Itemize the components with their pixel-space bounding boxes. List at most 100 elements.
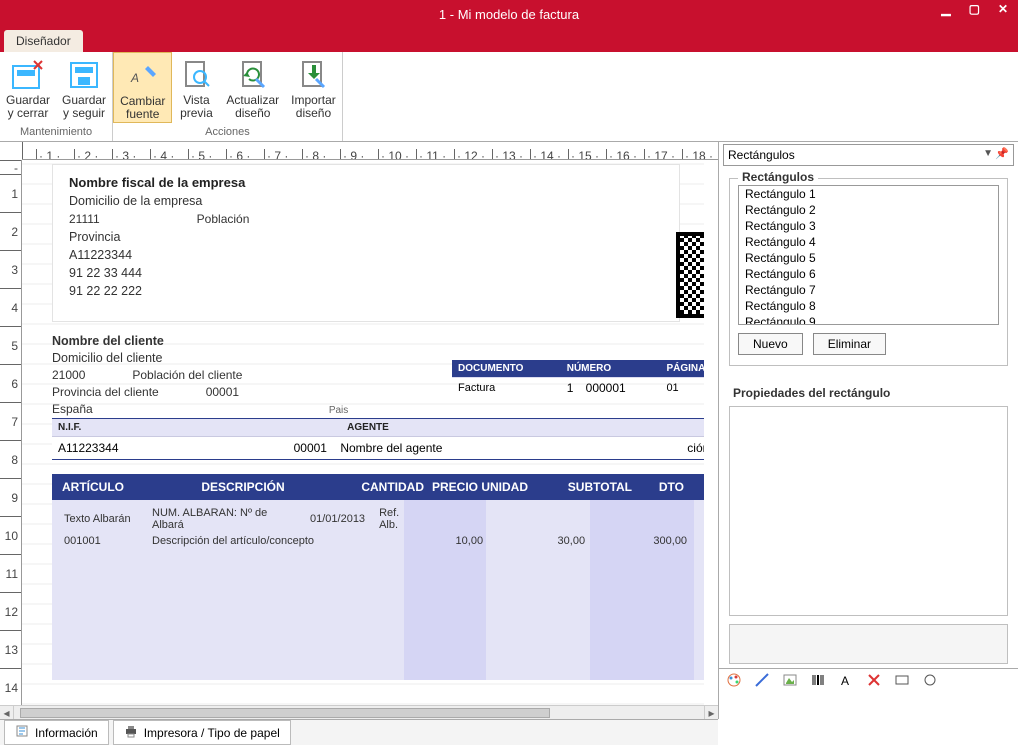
- company-phone1[interactable]: 91 22 33 444: [69, 266, 663, 280]
- canvas-scroll[interactable]: Régimen especial del criterio de caja No…: [22, 160, 704, 705]
- properties-section: Propiedades del rectángulo: [729, 386, 1008, 400]
- preview-button[interactable]: Vista previa: [172, 52, 220, 123]
- item-price[interactable]: 30,00: [491, 534, 591, 548]
- close-button[interactable]: ✕: [998, 2, 1008, 16]
- save-continue-button[interactable]: Guardar y seguir: [56, 52, 112, 123]
- agent-value[interactable]: 00001 Nombre del agente: [218, 441, 518, 455]
- company-nif[interactable]: A11223344: [69, 248, 663, 262]
- import-label: Importar diseño: [291, 94, 336, 120]
- import-icon: [295, 56, 331, 92]
- tab-information[interactable]: Información: [4, 720, 109, 745]
- change-font-button[interactable]: A Cambiar fuente: [113, 52, 172, 123]
- col-unitprice: PRECIO UNIDAD: [424, 480, 528, 494]
- company-zip-city[interactable]: 21111 Población: [69, 212, 663, 226]
- tab-designer[interactable]: Diseñador: [4, 30, 83, 52]
- import-design-button[interactable]: Importar diseño: [285, 52, 342, 123]
- client-code[interactable]: 00001: [206, 385, 239, 399]
- text-icon[interactable]: A: [837, 672, 855, 688]
- client-address[interactable]: Domicilio del cliente: [52, 351, 432, 365]
- palette-icon[interactable]: [725, 672, 743, 688]
- doc-document-value[interactable]: Factura: [452, 378, 561, 399]
- minimize-button[interactable]: ▁: [941, 2, 950, 16]
- doc-header[interactable]: DOCUMENTO NÚMERO PÁGINA Factura 1 000001…: [452, 360, 704, 398]
- items-header: ARTÍCULO DESCRIPCIÓN CANTIDAD PRECIO UNI…: [52, 474, 704, 500]
- client-country-label[interactable]: Pais: [329, 405, 348, 416]
- item-code[interactable]: 001001: [58, 534, 144, 548]
- client-zip-city[interactable]: 21000 Población del cliente: [52, 368, 432, 382]
- maximize-button[interactable]: ▢: [969, 2, 980, 16]
- company-zip[interactable]: 21111: [69, 212, 100, 226]
- section-rectangles-title: Rectángulos: [738, 170, 818, 184]
- save-close-label: Guardar y cerrar: [6, 94, 50, 120]
- company-name[interactable]: Nombre fiscal de la empresa: [69, 175, 663, 190]
- report-canvas[interactable]: Régimen especial del criterio de caja No…: [22, 160, 704, 705]
- rectangles-listbox[interactable]: Rectángulo 1Rectángulo 2Rectángulo 3Rect…: [738, 185, 999, 325]
- properties-box[interactable]: [729, 406, 1008, 616]
- client-province[interactable]: Provincia del cliente: [52, 385, 159, 399]
- image-icon[interactable]: [781, 672, 799, 688]
- client-province-row[interactable]: Provincia del cliente 00001: [52, 385, 432, 399]
- item-subtotal[interactable]: 300,00: [593, 534, 693, 548]
- scroll-thumb[interactable]: [20, 708, 550, 718]
- properties-panel: Rectángulos ▼ 📌 Rectángulos Rectángulo 1…: [718, 142, 1018, 719]
- item-dto[interactable]: 20,: [695, 534, 704, 548]
- new-button[interactable]: Nuevo: [738, 333, 803, 355]
- update-icon: [235, 56, 271, 92]
- update-design-button[interactable]: Actualizar diseño: [220, 52, 285, 123]
- list-item[interactable]: Rectángulo 4: [739, 234, 998, 250]
- client-box[interactable]: Nombre del cliente Domicilio del cliente…: [52, 334, 432, 419]
- company-address[interactable]: Domicilio de la empresa: [69, 194, 663, 208]
- pin-icon[interactable]: 📌: [995, 147, 1009, 160]
- list-item[interactable]: Rectángulo 8: [739, 298, 998, 314]
- list-item[interactable]: Rectángulo 1: [739, 186, 998, 202]
- client-country[interactable]: España: [52, 402, 93, 416]
- company-phone2[interactable]: 91 22 22 222: [69, 284, 663, 298]
- item-article-text[interactable]: Texto Albarán: [58, 506, 144, 532]
- client-city[interactable]: Población del cliente: [132, 368, 242, 382]
- barcode-icon[interactable]: [809, 672, 827, 688]
- list-item[interactable]: Rectángulo 9: [739, 314, 998, 325]
- company-city[interactable]: Población: [197, 212, 250, 226]
- svg-text:A: A: [841, 674, 849, 688]
- company-province[interactable]: Provincia: [69, 230, 663, 244]
- item-qty[interactable]: 10,00: [423, 534, 489, 548]
- list-item[interactable]: Rectángulo 3: [739, 218, 998, 234]
- titlebar: 1 - Mi modelo de factura ▁ ▢ ✕: [0, 0, 1018, 28]
- nif-value[interactable]: A11223344: [58, 441, 218, 455]
- line-icon[interactable]: [753, 672, 771, 688]
- item-date[interactable]: 01/01/2013: [304, 506, 371, 532]
- rectangle-icon[interactable]: [893, 672, 911, 688]
- element-type-dropdown[interactable]: Rectángulos ▼ 📌: [723, 144, 1014, 166]
- scroll-right-arrow[interactable]: ▸: [704, 706, 718, 719]
- delete-red-icon[interactable]: [865, 672, 883, 688]
- list-item[interactable]: Rectángulo 6: [739, 266, 998, 282]
- item-desc-text[interactable]: NUM. ALBARAN: Nº de Albará: [146, 506, 302, 532]
- item-ref[interactable]: Ref. Alb.: [373, 506, 421, 532]
- circle-icon[interactable]: [921, 672, 939, 688]
- list-item[interactable]: Rectángulo 5: [739, 250, 998, 266]
- ribbon: Guardar y cerrar Guardar y seguir Manten…: [0, 52, 1018, 142]
- delete-button[interactable]: Eliminar: [813, 333, 886, 355]
- col-description: DESCRIPCIÓN: [144, 480, 342, 494]
- scroll-left-arrow[interactable]: ◂: [0, 706, 14, 719]
- client-zip[interactable]: 21000: [52, 368, 85, 382]
- list-item[interactable]: Rectángulo 2: [739, 202, 998, 218]
- item-desc2[interactable]: Descripción del artículo/concepto: [146, 534, 421, 548]
- preview-icon: [178, 56, 214, 92]
- tab-printer[interactable]: Impresora / Tipo de papel: [113, 720, 291, 745]
- doc-page-value[interactable]: 01: [660, 378, 704, 399]
- pay-value[interactable]: ción de forma de pago: [518, 441, 704, 455]
- nif-agent-pay[interactable]: N.I.F. AGENTE FORMA DE PAGO A11223344 00…: [52, 418, 704, 460]
- client-name[interactable]: Nombre del cliente: [52, 334, 432, 348]
- doc-number-value[interactable]: 1 000001: [561, 378, 661, 399]
- save-close-button[interactable]: Guardar y cerrar: [0, 52, 56, 123]
- footer-tabs: Información Impresora / Tipo de papel: [0, 719, 718, 745]
- update-label: Actualizar diseño: [226, 94, 279, 120]
- list-item[interactable]: Rectángulo 7: [739, 282, 998, 298]
- client-country-row[interactable]: España Pais: [52, 402, 432, 416]
- items-body[interactable]: Texto Albarán NUM. ALBARAN: Nº de Albará…: [52, 500, 704, 680]
- col-discount: DTO: [632, 480, 692, 494]
- qrcode-placeholder[interactable]: [676, 232, 704, 318]
- horizontal-scrollbar[interactable]: ◂ ▸: [0, 705, 718, 719]
- company-box[interactable]: Nombre fiscal de la empresa Domicilio de…: [52, 164, 680, 322]
